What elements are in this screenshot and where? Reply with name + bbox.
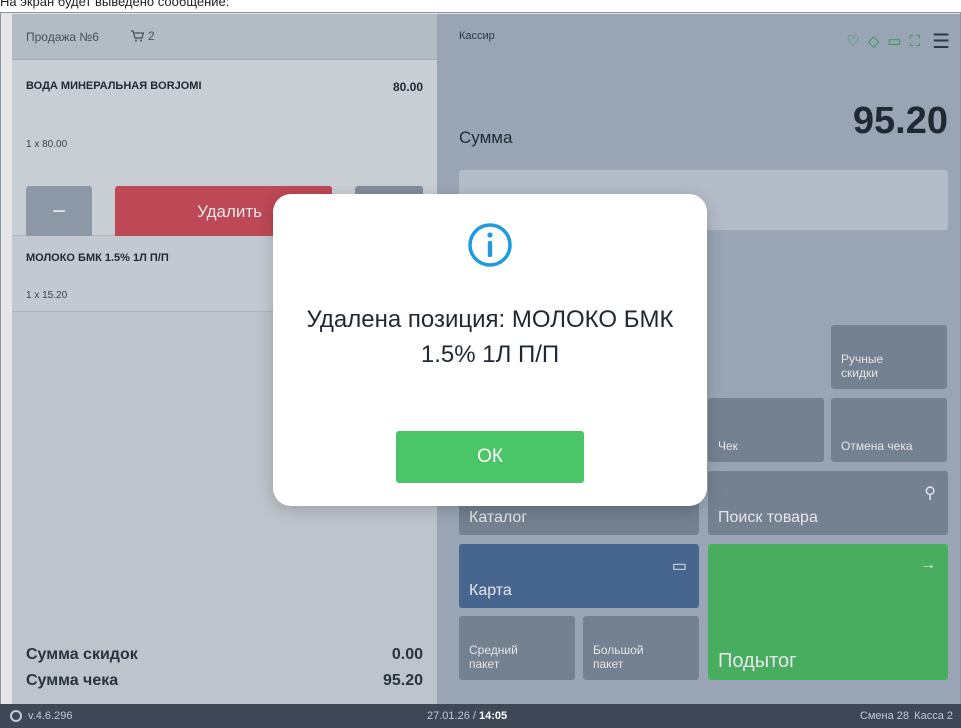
page-caption: На экран будет выведено сообщение: xyxy=(0,0,230,9)
app-logo-icon xyxy=(10,710,22,722)
date-time: 27.01.26 / 14:05 xyxy=(427,710,508,722)
version-info: v.4.6.296 xyxy=(10,710,72,722)
ok-button[interactable]: ОК xyxy=(396,431,584,483)
dialog-message: Удалена позиция: МОЛОКО БМК 1.5% 1Л П/П xyxy=(306,306,674,368)
status-bar: v.4.6.296 27.01.26 / 14:05 Смена 28 Касс… xyxy=(0,704,961,728)
time-text: 14:05 xyxy=(479,710,508,722)
shift-label: Смена 28 xyxy=(859,710,909,722)
version-text: v.4.6.296 xyxy=(28,710,73,722)
date-text: 27.01.26 xyxy=(427,710,470,722)
info-dialog: Удалена позиция: МОЛОКО БМК 1.5% 1Л П/П … xyxy=(273,194,707,506)
kassa-label: Касса 2 xyxy=(914,710,953,722)
info-icon xyxy=(468,223,512,267)
